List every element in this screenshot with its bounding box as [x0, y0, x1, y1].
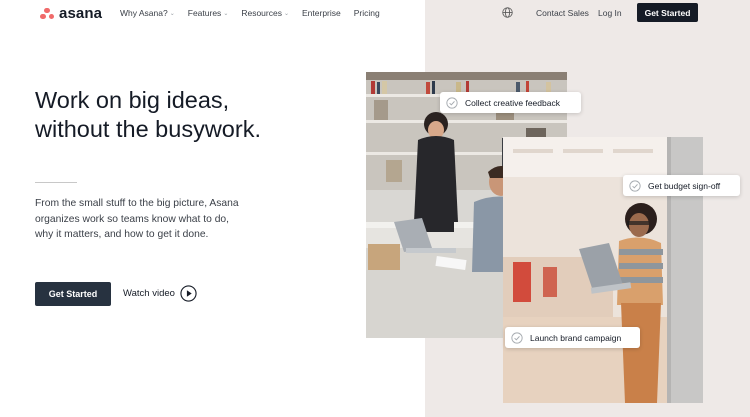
nav-item-label: Features	[187, 8, 222, 18]
hero-headline: Work on big ideas, without the busywork.	[35, 86, 365, 144]
contact-sales-link[interactable]: Contact Sales	[536, 8, 589, 18]
card-label: Launch brand campaign	[530, 332, 622, 343]
card-label: Collect creative feedback	[465, 97, 560, 108]
hero-divider	[35, 182, 77, 183]
top-navigation: asana Why Asana? ⌄ Features ⌄ Resources …	[0, 0, 750, 26]
watch-video-link[interactable]: Watch video	[123, 285, 197, 302]
hero-get-started-button[interactable]: Get Started	[35, 282, 111, 306]
chevron-down-icon: ⌄	[223, 10, 229, 17]
nav-item-label: Pricing	[353, 8, 380, 18]
play-icon	[180, 285, 197, 302]
nav-item-label: Enterprise	[302, 8, 341, 18]
nav-item-label: Why Asana?	[120, 8, 168, 18]
chevron-down-icon: ⌄	[169, 10, 175, 17]
headline-line-1: Work on big ideas,	[35, 87, 230, 113]
asana-logo[interactable]: asana	[40, 5, 102, 22]
nav-links: Why Asana? ⌄ Features ⌄ Resources ⌄ Ente…	[120, 8, 393, 18]
nav-item-pricing[interactable]: Pricing	[354, 8, 380, 18]
hero-subtext: From the small stuff to the big picture,…	[35, 198, 239, 240]
card-label: Get budget sign-off	[648, 180, 721, 191]
check-circle-icon	[629, 179, 641, 192]
globe-icon[interactable]	[502, 7, 513, 18]
check-circle-icon	[446, 96, 458, 109]
get-budget-sign-off-card: Get budget sign-off	[623, 175, 740, 196]
nav-get-started-button[interactable]: Get Started	[637, 3, 698, 22]
brand-name: asana	[59, 5, 103, 22]
nav-item-label: Resources	[241, 8, 282, 18]
asana-logo-icon	[40, 7, 54, 20]
nav-item-resources[interactable]: Resources ⌄	[241, 8, 289, 18]
nav-item-features[interactable]: Features ⌄	[188, 8, 229, 18]
check-circle-icon	[511, 331, 523, 344]
launch-brand-campaign-card: Launch brand campaign	[505, 327, 640, 348]
login-link[interactable]: Log In	[598, 8, 622, 18]
collect-creative-feedback-card: Collect creative feedback	[440, 92, 581, 113]
nav-item-enterprise[interactable]: Enterprise	[302, 8, 341, 18]
watch-video-label: Watch video	[123, 288, 175, 299]
chevron-down-icon: ⌄	[283, 10, 290, 17]
headline-line-2: without the busywork.	[35, 116, 261, 142]
nav-item-why-asana[interactable]: Why Asana? ⌄	[120, 8, 175, 18]
